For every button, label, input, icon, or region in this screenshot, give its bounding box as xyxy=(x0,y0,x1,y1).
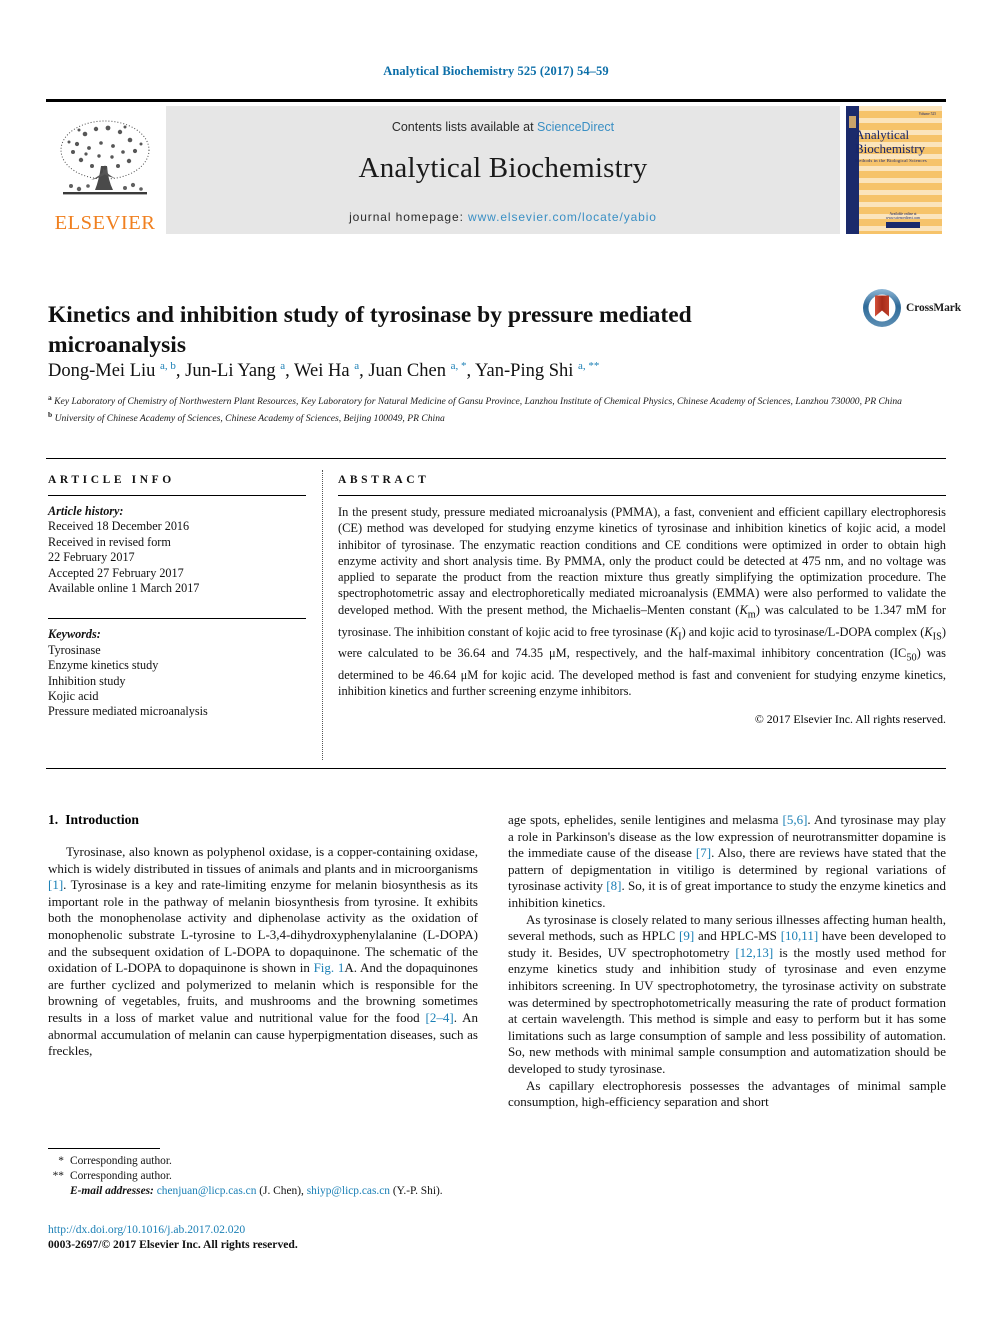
journal-cover-thumbnail: Volume 525 Analytical Biochemistry Metho… xyxy=(842,106,946,234)
email-label: E-mail addresses: xyxy=(70,1185,154,1198)
affiliation-b: b University of Chinese Academy of Scien… xyxy=(48,409,445,424)
elsevier-wordmark: ELSEVIER xyxy=(54,211,156,234)
contents-prefix: Contents lists available at xyxy=(391,120,538,134)
abstract-column: ABSTRACT In the present study, pressure … xyxy=(338,474,946,727)
cover-subtitle: Methods in the Biological Sciences xyxy=(855,158,927,163)
footnote-marker: ** xyxy=(52,1170,64,1183)
section-number: 1. xyxy=(48,812,59,827)
running-head: Analytical Biochemistry 525 (2017) 54–59 xyxy=(383,64,609,78)
cover-issue-code: Volume 525 xyxy=(918,112,936,116)
email-owner-chen: (J. Chen), xyxy=(259,1185,304,1198)
issn-copyright-line: 0003-2697/© 2017 Elsevier Inc. All right… xyxy=(48,1238,298,1252)
article-title: Kinetics and inhibition study of tyrosin… xyxy=(48,301,692,358)
footnote-text: Corresponding author. xyxy=(70,1155,172,1167)
history-item: Available online 1 March 2017 xyxy=(48,581,200,596)
footnote-rule xyxy=(48,1148,160,1149)
crossmark-badge[interactable]: CrossMark xyxy=(862,288,961,332)
homepage-prefix: journal homepage: xyxy=(349,210,469,224)
cover-spine xyxy=(846,106,859,234)
footnote-text: Corresponding author. xyxy=(70,1170,172,1183)
keyword-item: Enzyme kinetics study xyxy=(48,658,159,673)
doi-block: http://dx.doi.org/10.1016/j.ab.2017.02.0… xyxy=(48,1222,488,1253)
elsevier-logo: ELSEVIER xyxy=(46,106,164,234)
affiliation-a: a Key Laboratory of Chemistry of Northwe… xyxy=(48,393,902,408)
footnote-row: * Corresponding author. xyxy=(48,1154,488,1169)
crossmark-label: CrossMark xyxy=(906,302,962,314)
email-owner-shi: (Y.-P. Shi). xyxy=(392,1185,443,1198)
cover-footer: Available online at www.sciencedirect.co… xyxy=(874,212,932,228)
paper-page: Analytical Biochemistry 525 (2017) 54–59 xyxy=(0,0,992,1323)
elsevier-tree-icon xyxy=(60,120,150,194)
paragraph: As capillary electrophoresis possesses t… xyxy=(508,1077,946,1110)
section-heading-introduction: 1. Introduction xyxy=(48,812,478,828)
article-info-column: ARTICLE INFO Article history: Received 1… xyxy=(48,474,306,720)
journal-homepage-line: journal homepage: www.elsevier.com/locat… xyxy=(166,210,840,224)
keyword-item: Pressure mediated microanalysis xyxy=(48,704,208,719)
crossmark-icon xyxy=(863,289,901,327)
affiliation-a-text: Key Laboratory of Chemistry of Northwest… xyxy=(54,396,902,408)
email-link-shi[interactable]: shiyp@licp.cas.cn xyxy=(307,1185,390,1197)
paragraph: As tyrosinase is closely related to many… xyxy=(508,911,946,1076)
cover-footer-badge xyxy=(886,222,920,228)
footnote-row: ** Corresponding author. xyxy=(48,1169,488,1184)
article-info-heading: ARTICLE INFO xyxy=(48,474,175,486)
abstract-heading: ABSTRACT xyxy=(338,474,430,486)
sciencedirect-link[interactable]: ScienceDirect xyxy=(537,120,614,134)
band-rule-bottom xyxy=(46,768,946,769)
keyword-item: Tyrosinase xyxy=(48,642,101,657)
keyword-item: Inhibition study xyxy=(48,673,126,688)
history-item: Received in revised form xyxy=(48,534,171,549)
author-list: Dong-Mei Liu a, b, Jun-Li Yang a, Wei Ha… xyxy=(48,360,600,382)
keywords-rule xyxy=(48,618,306,620)
email-addresses-line: E-mail addresses: chenjuan@licp.cas.cn (… xyxy=(48,1184,488,1199)
affiliation-b-text: University of Chinese Academy of Science… xyxy=(54,412,445,424)
abstract-rule xyxy=(338,495,946,496)
journal-title: Analytical Biochemistry xyxy=(358,152,648,184)
doi-link[interactable]: http://dx.doi.org/10.1016/j.ab.2017.02.0… xyxy=(48,1222,488,1237)
journal-masthead: ELSEVIER Contents lists available at Sci… xyxy=(46,99,946,234)
footnote-block: * Corresponding author. ** Corresponding… xyxy=(48,1154,488,1200)
paragraph: Tyrosinase, also known as polyphenol oxi… xyxy=(48,844,479,1059)
history-item: Accepted 27 February 2017 xyxy=(48,565,184,580)
paragraph: age spots, ephelides, senile lentigines … xyxy=(508,812,947,910)
masthead-center-band: Contents lists available at ScienceDirec… xyxy=(166,106,840,234)
abstract-copyright: © 2017 Elsevier Inc. All rights reserved… xyxy=(754,711,946,726)
band-rule-top xyxy=(46,458,946,459)
cover-title: Analytical Biochemistry xyxy=(855,127,926,156)
info-abstract-divider xyxy=(322,470,323,760)
affiliations: a Key Laboratory of Chemistry of Northwe… xyxy=(48,392,938,426)
keywords-block: Keywords: Tyrosinase Enzyme kinetics stu… xyxy=(48,627,306,719)
history-item: Received 18 December 2016 xyxy=(48,519,190,534)
homepage-url-link[interactable]: www.elsevier.com/locate/yabio xyxy=(468,210,657,224)
abstract-text: In the present study, pressure mediated … xyxy=(338,505,947,699)
cover-footer-text: Available online at www.sciencedirect.co… xyxy=(885,212,921,220)
article-history-block: Article history: Received 18 December 20… xyxy=(48,504,306,596)
email-link-chen[interactable]: chenjuan@licp.cas.cn xyxy=(157,1185,257,1197)
section-title: Introduction xyxy=(65,812,139,827)
footnote-marker: * xyxy=(58,1155,64,1167)
keyword-item: Kojic acid xyxy=(48,689,99,704)
article-history-label: Article history: xyxy=(48,504,124,518)
article-info-rule xyxy=(48,495,306,496)
body-column-right: age spots, ephelides, senile lentigines … xyxy=(508,812,946,1111)
contents-available-line: Contents lists available at ScienceDirec… xyxy=(166,120,840,134)
keywords-label: Keywords: xyxy=(48,627,101,642)
history-item: 22 February 2017 xyxy=(48,550,135,565)
body-column-left: 1. Introduction Tyrosinase, also known as… xyxy=(48,812,478,1060)
